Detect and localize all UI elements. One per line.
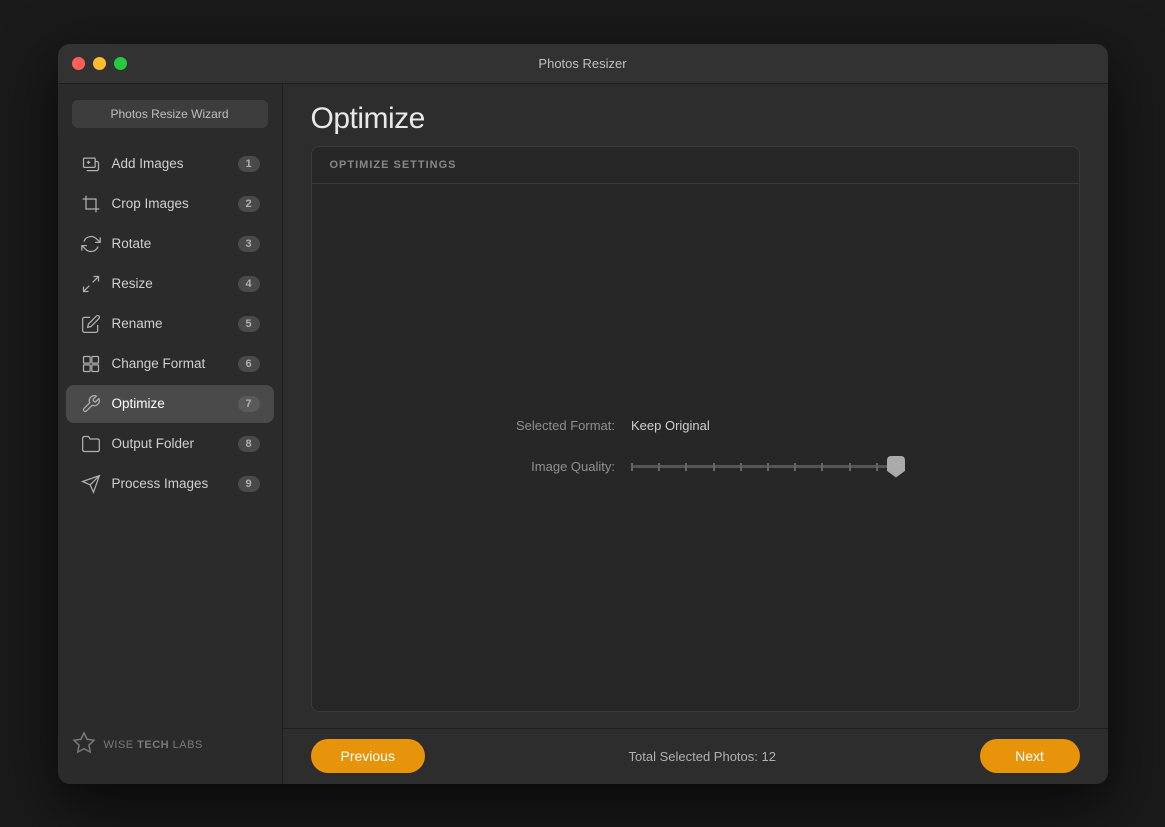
- sidebar-label-output-folder: Output Folder: [112, 436, 238, 451]
- rotate-icon: [80, 233, 102, 255]
- title-bar: Photos Resizer: [58, 44, 1108, 84]
- previous-button[interactable]: Previous: [311, 739, 425, 773]
- slider-dot: [876, 463, 878, 471]
- slider-dot: [658, 463, 660, 471]
- sidebar-item-change-format[interactable]: Change Format 6: [66, 345, 274, 383]
- crop-images-icon: [80, 193, 102, 215]
- settings-panel: OPTIMIZE SETTINGS Selected Format: Keep …: [311, 146, 1080, 712]
- sidebar-item-process-images[interactable]: Process Images 9: [66, 465, 274, 503]
- selected-format-value: Keep Original: [631, 418, 710, 433]
- brand-name: WISE TECH LABS: [104, 739, 203, 751]
- sidebar-label-optimize: Optimize: [112, 396, 238, 411]
- sidebar-item-rotate[interactable]: Rotate 3: [66, 225, 274, 263]
- page-title: Optimize: [311, 102, 1080, 136]
- slider-dot: [849, 463, 851, 471]
- footer: Previous Total Selected Photos: 12 Next: [283, 728, 1108, 784]
- right-panel: Optimize OPTIMIZE SETTINGS Selected Form…: [283, 84, 1108, 784]
- close-button[interactable]: [72, 57, 85, 70]
- process-images-icon: [80, 473, 102, 495]
- settings-form: Selected Format: Keep Original Image Qua…: [485, 418, 905, 477]
- slider-dot: [713, 463, 715, 471]
- sidebar-badge-output-folder: 8: [238, 436, 260, 452]
- output-folder-icon: [80, 433, 102, 455]
- slider-track: [631, 465, 905, 468]
- sidebar-badge-rotate: 3: [238, 236, 260, 252]
- optimize-icon: [80, 393, 102, 415]
- minimize-button[interactable]: [93, 57, 106, 70]
- window-title: Photos Resizer: [538, 56, 626, 71]
- sidebar-item-resize[interactable]: Resize 4: [66, 265, 274, 303]
- sidebar-label-rename: Rename: [112, 316, 238, 331]
- slider-dot: [685, 463, 687, 471]
- content-area: OPTIMIZE SETTINGS Selected Format: Keep …: [283, 146, 1108, 728]
- slider-dot: [631, 463, 633, 471]
- sidebar-badge-optimize: 7: [238, 396, 260, 412]
- rename-icon: [80, 313, 102, 335]
- page-header: Optimize: [283, 84, 1108, 146]
- sidebar-badge-resize: 4: [238, 276, 260, 292]
- sidebar: Photos Resize Wizard Add Images 1 Crop I…: [58, 84, 283, 784]
- image-quality-label: Image Quality:: [485, 459, 615, 474]
- footer-info: Total Selected Photos: 12: [629, 749, 776, 764]
- sidebar-item-add-images[interactable]: Add Images 1: [66, 145, 274, 183]
- sidebar-badge-process-images: 9: [238, 476, 260, 492]
- wizard-button[interactable]: Photos Resize Wizard: [72, 100, 268, 128]
- slider-track-dots: [631, 465, 905, 468]
- sidebar-item-crop-images[interactable]: Crop Images 2: [66, 185, 274, 223]
- app-window: Photos Resizer Photos Resize Wizard Add …: [58, 44, 1108, 784]
- sidebar-label-crop-images: Crop Images: [112, 196, 238, 211]
- selected-format-label: Selected Format:: [485, 418, 615, 433]
- maximize-button[interactable]: [114, 57, 127, 70]
- slider-dot: [767, 463, 769, 471]
- main-content: Photos Resize Wizard Add Images 1 Crop I…: [58, 84, 1108, 784]
- slider-dot: [740, 463, 742, 471]
- sidebar-badge-change-format: 6: [238, 356, 260, 372]
- slider-dot: [794, 463, 796, 471]
- next-button[interactable]: Next: [980, 739, 1080, 773]
- sidebar-badge-crop-images: 2: [238, 196, 260, 212]
- sidebar-badge-add-images: 1: [238, 156, 260, 172]
- sidebar-item-output-folder[interactable]: Output Folder 8: [66, 425, 274, 463]
- image-quality-slider-container[interactable]: [631, 457, 905, 477]
- slider-thumb[interactable]: [887, 456, 905, 478]
- image-quality-row: Image Quality:: [485, 457, 905, 477]
- selected-format-row: Selected Format: Keep Original: [485, 418, 905, 433]
- sidebar-item-rename[interactable]: Rename 5: [66, 305, 274, 343]
- slider-dot: [821, 463, 823, 471]
- sidebar-label-add-images: Add Images: [112, 156, 238, 171]
- change-format-icon: [80, 353, 102, 375]
- traffic-lights: [72, 57, 127, 70]
- brand-logo-icon: [72, 731, 96, 760]
- sidebar-footer: WISE TECH LABS: [58, 717, 282, 774]
- add-images-icon: [80, 153, 102, 175]
- settings-panel-header: OPTIMIZE SETTINGS: [312, 147, 1079, 184]
- sidebar-item-optimize[interactable]: Optimize 7: [66, 385, 274, 423]
- settings-body: Selected Format: Keep Original Image Qua…: [312, 184, 1079, 711]
- sidebar-label-process-images: Process Images: [112, 476, 238, 491]
- sidebar-badge-rename: 5: [238, 316, 260, 332]
- sidebar-label-change-format: Change Format: [112, 356, 238, 371]
- resize-icon: [80, 273, 102, 295]
- sidebar-label-rotate: Rotate: [112, 236, 238, 251]
- sidebar-label-resize: Resize: [112, 276, 238, 291]
